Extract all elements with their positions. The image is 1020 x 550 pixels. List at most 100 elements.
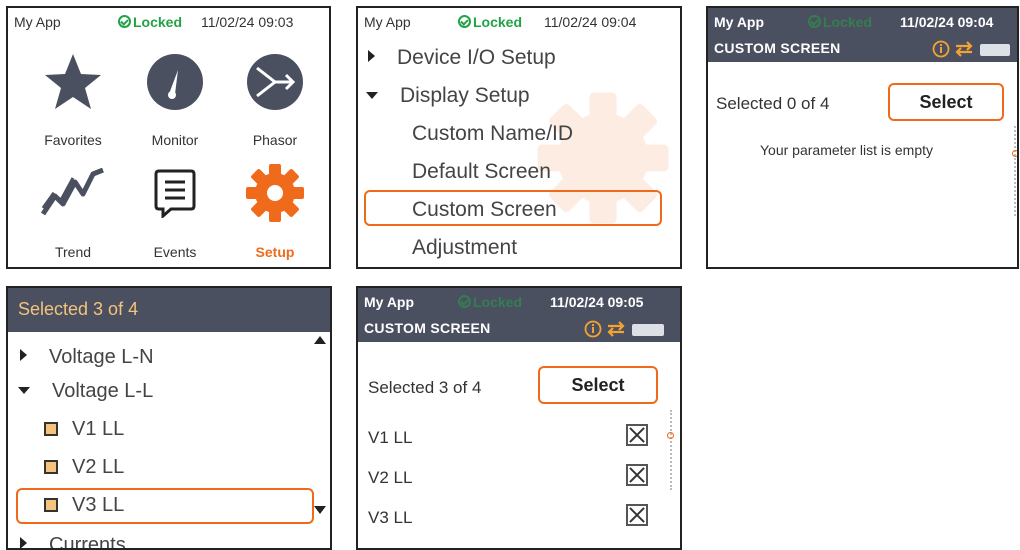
- screen-title: CUSTOM SCREEN: [364, 320, 491, 336]
- param-label: V1 LL: [368, 428, 413, 447]
- scrollbar-track[interactable]: [1014, 126, 1016, 216]
- events-icon: [154, 169, 196, 218]
- tree-label: Voltage L-L: [52, 380, 154, 402]
- tree-label: V1 LL: [72, 418, 125, 440]
- collapse-arrow-icon: [18, 387, 30, 394]
- scroll-indicator: [667, 432, 674, 439]
- menu-item-device-io[interactable]: Device I/O Setup: [368, 46, 556, 70]
- lock-label: Locked: [473, 294, 523, 310]
- menu-label: Display Setup: [400, 84, 530, 107]
- lock-status: Locked: [118, 14, 182, 30]
- lock-status: Locked: [458, 14, 522, 30]
- scroll-indicator: [1012, 150, 1017, 157]
- lock-icon: [458, 295, 471, 308]
- select-button[interactable]: Select: [888, 83, 1004, 121]
- lock-label: Locked: [473, 14, 523, 30]
- selection-count: Selected 0 of 4: [716, 94, 830, 113]
- screen-title: CUSTOM SCREEN: [714, 40, 841, 56]
- tile-monitor[interactable]: Monitor: [125, 42, 225, 157]
- gear-icon: [246, 164, 304, 222]
- tile-phasor[interactable]: Phasor: [225, 42, 325, 157]
- tile-label: Trend: [54, 244, 92, 260]
- menu-item-custom-screen[interactable]: Custom Screen: [412, 198, 557, 222]
- param-label: V3 LL: [368, 508, 413, 527]
- info-icon[interactable]: [932, 40, 950, 58]
- parameter-select-panel: Selected 3 of 4 Voltage L-N Voltage L-L …: [6, 286, 332, 550]
- timestamp: 11/02/24 09:03: [201, 14, 294, 30]
- screen-title-bar: CUSTOM SCREEN: [708, 36, 1017, 62]
- expand-arrow-icon: [20, 537, 27, 548]
- battery-icon: [632, 324, 664, 336]
- tile-label: Setup: [255, 244, 295, 260]
- empty-message: Your parameter list is empty: [760, 142, 933, 158]
- star-icon: [45, 54, 101, 109]
- tree-item-v3ll[interactable]: V3 LL: [44, 494, 124, 517]
- tile-label: Phasor: [252, 132, 298, 148]
- checkbox-checked-icon: [44, 460, 58, 474]
- menu-label: Device I/O Setup: [397, 46, 556, 69]
- tile-events[interactable]: Events: [125, 158, 225, 267]
- lock-status: Locked: [458, 294, 522, 310]
- status-bar: My App Locked 11/02/24 09:05: [358, 288, 680, 316]
- tree-label: V2 LL: [72, 456, 125, 478]
- selection-count: Selected 3 of 4: [18, 299, 139, 319]
- expand-arrow-icon: [368, 50, 375, 62]
- lock-status: Locked: [808, 14, 872, 30]
- param-remove-checkbox[interactable]: [626, 504, 648, 526]
- param-remove-checkbox[interactable]: [626, 424, 648, 446]
- menu-item-display-setup[interactable]: Display Setup: [366, 84, 530, 108]
- home-screen-panel: My App Locked 11/02/24 09:03 Favorites M…: [6, 6, 331, 269]
- menu-item-adjustment[interactable]: Adjustment: [412, 236, 517, 260]
- screen-title-bar: CUSTOM SCREEN: [358, 316, 680, 342]
- trend-icon: [41, 168, 104, 216]
- scroll-up-arrow-icon[interactable]: [314, 336, 326, 344]
- timestamp: 11/02/24 09:04: [900, 14, 994, 30]
- selection-header: Selected 3 of 4: [8, 288, 330, 332]
- tree-item-voltage-ll[interactable]: Voltage L-L: [18, 380, 153, 403]
- tile-trend[interactable]: Trend: [23, 158, 123, 267]
- lock-label: Locked: [133, 14, 183, 30]
- timestamp: 11/02/24 09:04: [544, 14, 637, 30]
- gauge-icon: [147, 54, 203, 110]
- checkbox-checked-icon: [44, 498, 58, 512]
- tile-favorites[interactable]: Favorites: [23, 42, 123, 157]
- lock-icon: [458, 15, 471, 28]
- tile-label: Favorites: [44, 132, 102, 148]
- tree-item-v2ll[interactable]: V2 LL: [44, 456, 124, 479]
- tile-label: Monitor: [151, 132, 199, 148]
- scrollbar-track[interactable]: [670, 410, 672, 490]
- menu-item-default-screen[interactable]: Default Screen: [412, 160, 551, 184]
- param-remove-checkbox[interactable]: [626, 464, 648, 486]
- menu-item-custom-name[interactable]: Custom Name/ID: [412, 122, 573, 146]
- timestamp: 11/02/24 09:05: [550, 294, 644, 310]
- expand-arrow-icon: [20, 349, 27, 361]
- app-name: My App: [364, 14, 411, 30]
- tile-setup[interactable]: Setup: [225, 158, 325, 267]
- custom-screen-populated-panel: My App Locked 11/02/24 09:05 CUSTOM SCRE…: [356, 286, 682, 550]
- select-button[interactable]: Select: [538, 366, 658, 404]
- phasor-icon: [247, 54, 303, 110]
- app-name: My App: [714, 14, 765, 30]
- tree-label: Voltage L-N: [49, 346, 154, 368]
- selection-count: Selected 3 of 4: [368, 378, 482, 397]
- param-label: V2 LL: [368, 468, 413, 487]
- scroll-down-arrow-icon[interactable]: [314, 506, 326, 514]
- info-icon[interactable]: [584, 320, 602, 338]
- status-bar: My App Locked 11/02/24 09:03: [8, 8, 329, 36]
- tree-label: Currents: [49, 534, 126, 550]
- tree-item-currents[interactable]: Currents: [20, 534, 126, 550]
- setup-menu-panel: My App Locked 11/02/24 09:04 Device I/O …: [356, 6, 682, 269]
- checkbox-checked-icon: [44, 422, 58, 436]
- tree-item-voltage-ln[interactable]: Voltage L-N: [20, 346, 154, 369]
- app-name: My App: [14, 14, 61, 30]
- battery-icon: [980, 44, 1010, 56]
- tree-item-v1ll[interactable]: V1 LL: [44, 418, 124, 441]
- swap-icon[interactable]: [606, 321, 626, 337]
- tree-label: V3 LL: [72, 494, 125, 516]
- status-bar: My App Locked 11/02/24 09:04: [708, 8, 1017, 36]
- custom-screen-empty-panel: My App Locked 11/02/24 09:04 CUSTOM SCRE…: [706, 6, 1019, 269]
- swap-icon[interactable]: [954, 41, 974, 57]
- lock-label: Locked: [823, 14, 873, 30]
- tile-label: Events: [153, 244, 197, 260]
- app-name: My App: [364, 294, 415, 310]
